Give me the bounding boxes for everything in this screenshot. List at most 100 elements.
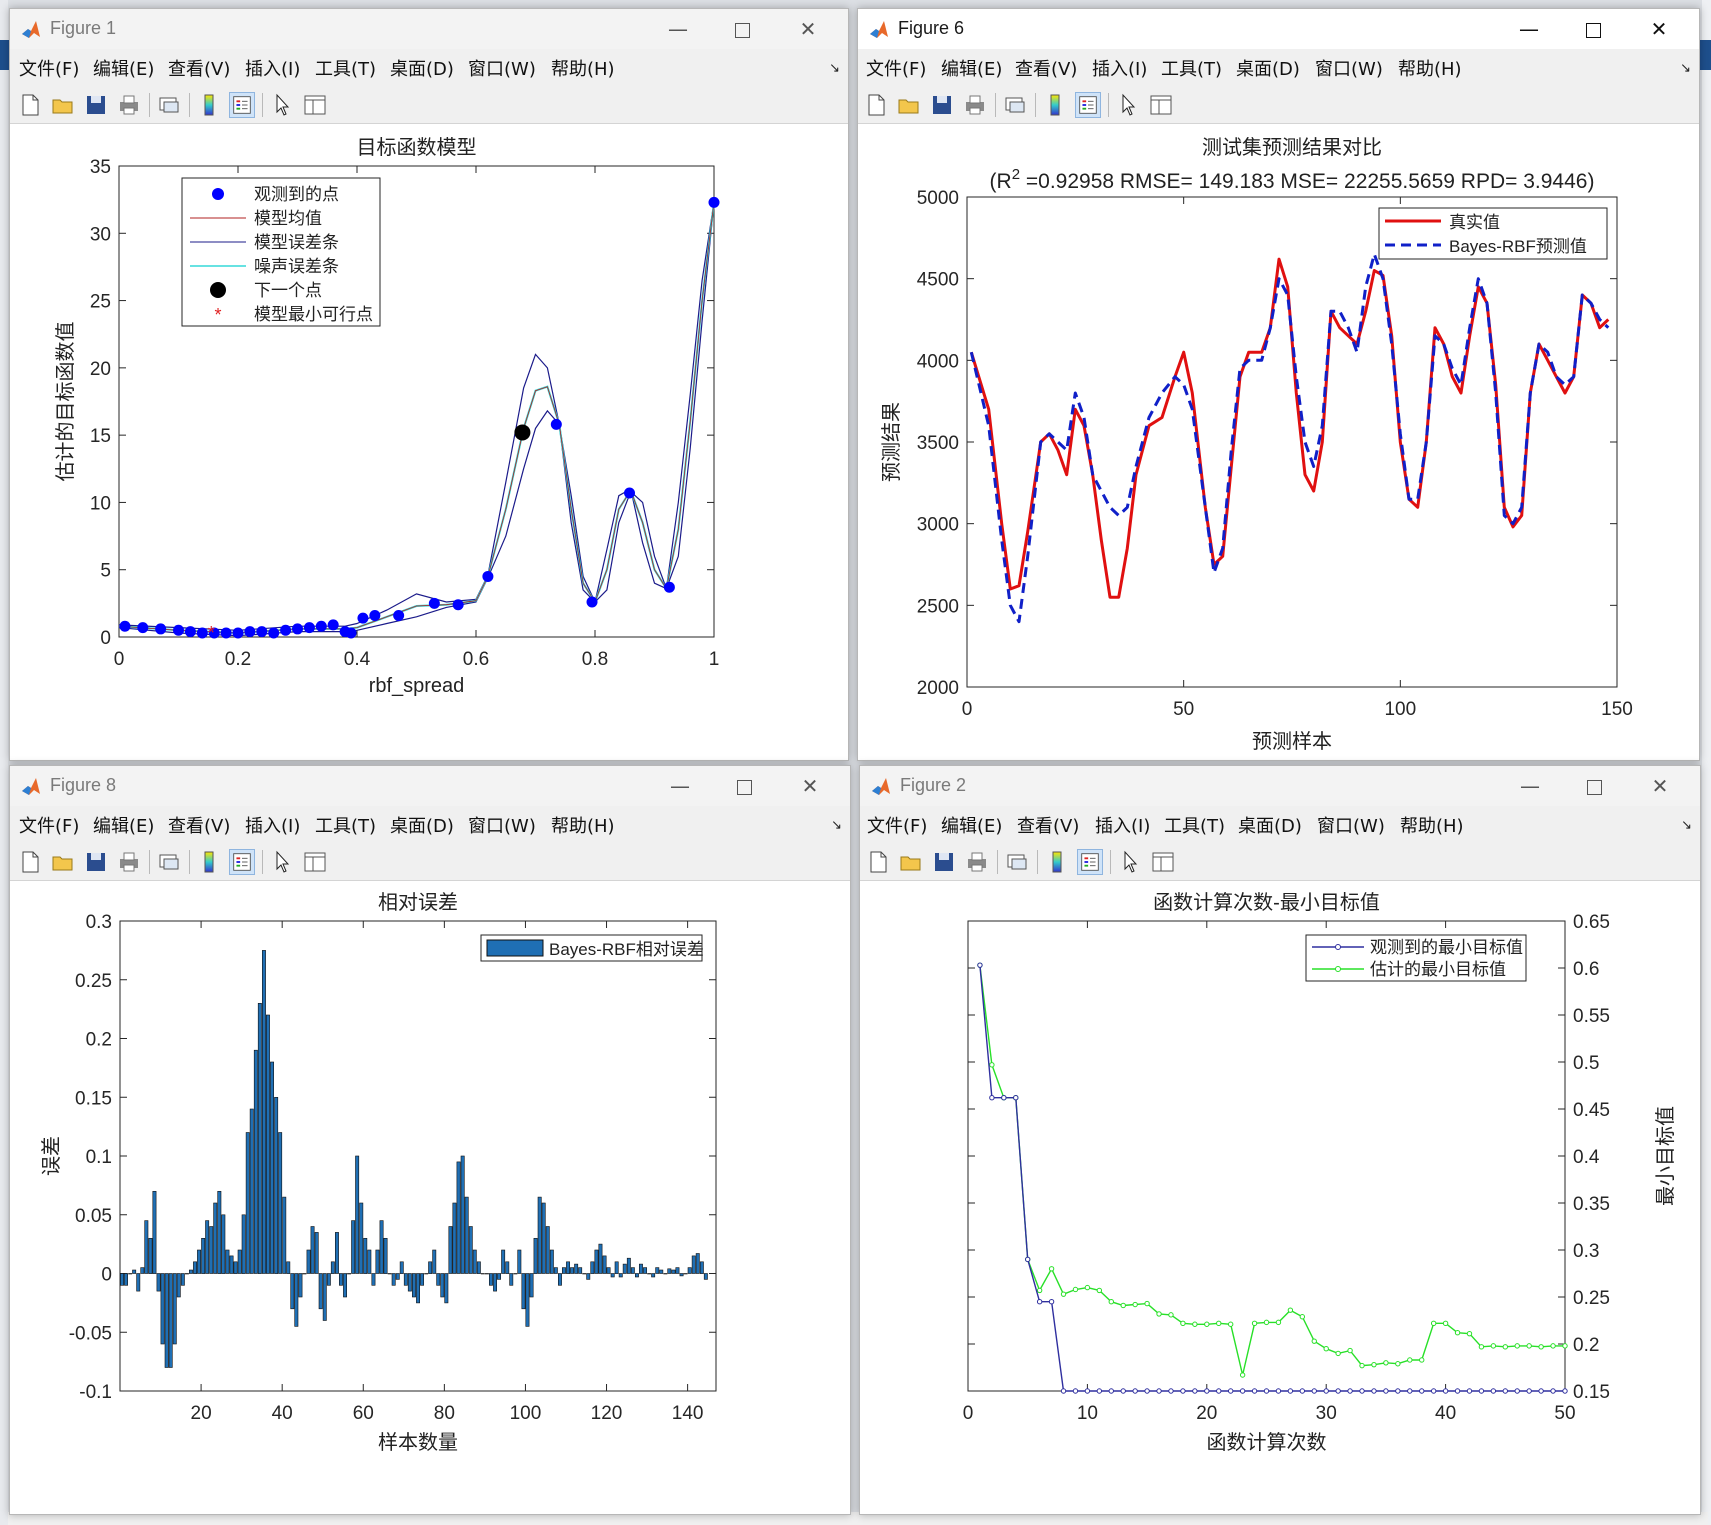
open-file-icon[interactable] xyxy=(898,849,924,875)
menu-dock-arrow-icon[interactable]: ↘ xyxy=(1680,61,1691,76)
plot-area[interactable]: 0 0.2 0.4 0.6 0.8 1 0 5 10 15 20 25 30 35 目标函数模型 rbf_sp… xyxy=(10,124,848,760)
title-bar[interactable]: Figure 6 — ✕ xyxy=(858,9,1699,49)
menu-help[interactable]: 帮助(H) xyxy=(551,812,615,838)
legend-icon[interactable] xyxy=(1077,849,1103,875)
menu-tools[interactable]: 工具(T) xyxy=(315,55,376,81)
menu-dock-arrow-icon[interactable]: ↘ xyxy=(831,818,842,833)
new-figure-icon[interactable] xyxy=(17,849,43,875)
menu-file[interactable]: 文件(F) xyxy=(866,55,926,81)
menu-dock-arrow-icon[interactable]: ↘ xyxy=(1681,818,1692,833)
menu-edit[interactable]: 编辑(E) xyxy=(93,55,154,81)
menu-window[interactable]: 窗口(W) xyxy=(468,812,536,838)
legend-icon[interactable] xyxy=(229,92,255,118)
close-button[interactable]: ✕ xyxy=(1627,9,1691,49)
menu-desktop[interactable]: 桌面(D) xyxy=(1238,812,1302,838)
print-icon[interactable] xyxy=(962,92,988,118)
property-inspector-icon[interactable] xyxy=(302,92,328,118)
menu-desktop[interactable]: 桌面(D) xyxy=(1236,55,1300,81)
colorbar-icon[interactable] xyxy=(1044,849,1070,875)
plot-area[interactable]: 0 50 100 150 2000 2500 3000 3500 4000 4500 5000 测试集… xyxy=(858,124,1699,760)
menu-desktop[interactable]: 桌面(D) xyxy=(390,812,454,838)
print-icon[interactable] xyxy=(116,849,142,875)
menu-tools[interactable]: 工具(T) xyxy=(1161,55,1222,81)
estimated-min-point xyxy=(1156,1311,1162,1317)
menu-help[interactable]: 帮助(H) xyxy=(1400,812,1464,838)
close-button[interactable]: ✕ xyxy=(778,766,842,806)
maximize-button[interactable] xyxy=(710,9,774,49)
error-bar xyxy=(484,1273,489,1275)
estimated-min-point xyxy=(1311,1338,1317,1344)
menu-edit[interactable]: 编辑(E) xyxy=(93,812,154,838)
legend-icon[interactable] xyxy=(1075,92,1101,118)
title-bar[interactable]: Figure 8 — ✕ xyxy=(10,766,850,806)
new-figure-icon[interactable] xyxy=(865,849,891,875)
menu-edit[interactable]: 编辑(E) xyxy=(941,812,1002,838)
plot-area[interactable]: 0 10 20 30 40 50 0.15 0.2 0.25 0.3 0.35 0.4 0.45 0.5 0… xyxy=(860,881,1700,1514)
maximize-button[interactable] xyxy=(1561,9,1625,49)
maximize-button[interactable] xyxy=(712,766,776,806)
minimize-button[interactable]: — xyxy=(646,9,710,49)
menu-file[interactable]: 文件(F) xyxy=(19,55,79,81)
menu-file[interactable]: 文件(F) xyxy=(867,812,927,838)
menu-insert[interactable]: 插入(I) xyxy=(1095,812,1150,838)
maximize-button[interactable] xyxy=(1562,766,1626,806)
minimize-button[interactable]: — xyxy=(1498,766,1562,806)
menu-window[interactable]: 窗口(W) xyxy=(1315,55,1383,81)
menu-view[interactable]: 查看(V) xyxy=(168,55,230,81)
figure-1-window[interactable]: Figure 1 — ✕ 文件(F) 编辑(E) 查看(V) 插入(I) 工具(… xyxy=(9,8,849,761)
menu-desktop[interactable]: 桌面(D) xyxy=(390,55,454,81)
pointer-icon[interactable] xyxy=(269,92,295,118)
title-bar[interactable]: Figure 1 — ✕ xyxy=(10,9,848,49)
colorbar-icon[interactable] xyxy=(196,849,222,875)
link-plot-icon[interactable] xyxy=(1004,849,1030,875)
menu-edit[interactable]: 编辑(E) xyxy=(941,55,1002,81)
menu-insert[interactable]: 插入(I) xyxy=(245,55,300,81)
figure-6-window[interactable]: Figure 6 — ✕ 文件(F) 编辑(E) 查看(V) 插入(I) 工具(… xyxy=(857,8,1700,761)
figure-2-window[interactable]: Figure 2 — ✕ 文件(F) 编辑(E) 查看(V) 插入(I) 工具(… xyxy=(859,765,1701,1515)
print-icon[interactable] xyxy=(964,849,990,875)
new-figure-icon[interactable] xyxy=(863,92,889,118)
pointer-icon[interactable] xyxy=(1117,849,1143,875)
minimize-button[interactable]: — xyxy=(648,766,712,806)
menu-tools[interactable]: 工具(T) xyxy=(315,812,376,838)
link-plot-icon[interactable] xyxy=(1002,92,1028,118)
close-button[interactable]: ✕ xyxy=(1628,766,1692,806)
new-figure-icon[interactable] xyxy=(17,92,43,118)
save-icon[interactable] xyxy=(931,849,957,875)
save-icon[interactable] xyxy=(929,92,955,118)
y-tick-label: 3000 xyxy=(917,515,959,536)
property-inspector-icon[interactable] xyxy=(1148,92,1174,118)
property-inspector-icon[interactable] xyxy=(1150,849,1176,875)
plot-area[interactable]: 20 40 60 80 100 120 140 -0.1 -0.05 0 0.05 0.1 0.15 0.… xyxy=(10,881,850,1514)
open-file-icon[interactable] xyxy=(50,92,76,118)
minimize-button[interactable]: — xyxy=(1497,9,1561,49)
open-file-icon[interactable] xyxy=(50,849,76,875)
link-plot-icon[interactable] xyxy=(156,92,182,118)
pointer-icon[interactable] xyxy=(1115,92,1141,118)
print-icon[interactable] xyxy=(116,92,142,118)
close-button[interactable]: ✕ xyxy=(776,9,840,49)
menu-view[interactable]: 查看(V) xyxy=(1017,812,1079,838)
menu-file[interactable]: 文件(F) xyxy=(19,812,79,838)
menu-insert[interactable]: 插入(I) xyxy=(245,812,300,838)
menu-window[interactable]: 窗口(W) xyxy=(1317,812,1385,838)
menu-dock-arrow-icon[interactable]: ↘ xyxy=(829,61,840,76)
menu-view[interactable]: 查看(V) xyxy=(1015,55,1077,81)
colorbar-icon[interactable] xyxy=(196,92,222,118)
legend-icon[interactable] xyxy=(229,849,255,875)
save-icon[interactable] xyxy=(83,92,109,118)
colorbar-icon[interactable] xyxy=(1042,92,1068,118)
menu-help[interactable]: 帮助(H) xyxy=(551,55,615,81)
menu-help[interactable]: 帮助(H) xyxy=(1398,55,1462,81)
menu-view[interactable]: 查看(V) xyxy=(168,812,230,838)
property-inspector-icon[interactable] xyxy=(302,849,328,875)
figure-8-window[interactable]: Figure 8 — ✕ 文件(F) 编辑(E) 查看(V) 插入(I) 工具(… xyxy=(9,765,851,1515)
link-plot-icon[interactable] xyxy=(156,849,182,875)
menu-tools[interactable]: 工具(T) xyxy=(1164,812,1225,838)
menu-window[interactable]: 窗口(W) xyxy=(468,55,536,81)
title-bar[interactable]: Figure 2 — ✕ xyxy=(860,766,1700,806)
pointer-icon[interactable] xyxy=(269,849,295,875)
save-icon[interactable] xyxy=(83,849,109,875)
menu-insert[interactable]: 插入(I) xyxy=(1092,55,1147,81)
open-file-icon[interactable] xyxy=(896,92,922,118)
